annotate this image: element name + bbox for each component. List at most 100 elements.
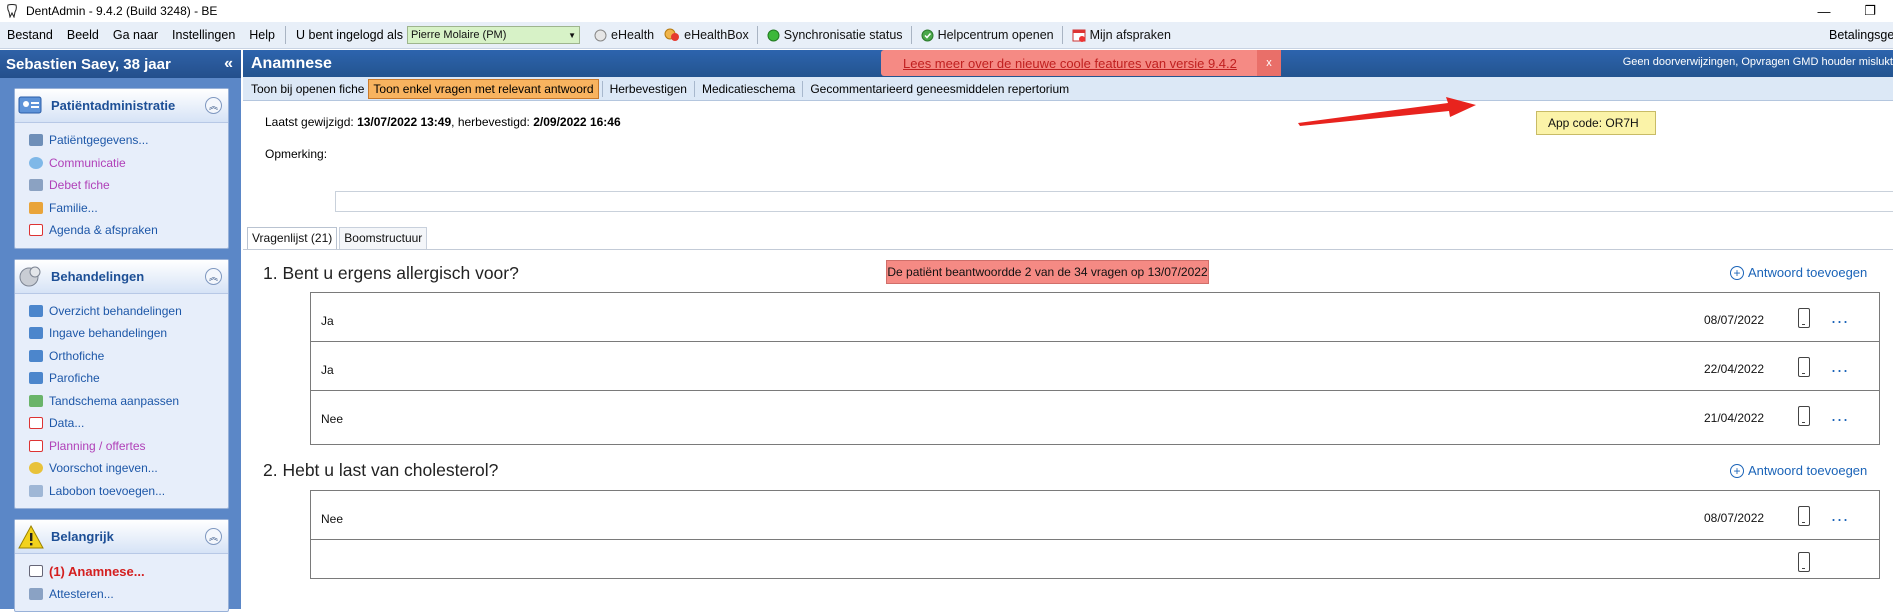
- sidebar-item-label: Debet fiche: [49, 178, 110, 193]
- title-bar: DentAdmin - 9.4.2 (Build 3248) - BE — ❐: [0, 0, 1893, 22]
- panel-treatments: Behandelingen ︽ Overzicht behandelingen …: [14, 258, 229, 509]
- menu-bestand[interactable]: Bestand: [0, 28, 60, 42]
- remark-label: Opmerking:: [265, 147, 328, 161]
- sidebar-item-label: Voorschot ingeven...: [49, 461, 158, 476]
- entry-icon: [29, 327, 43, 340]
- ehealthbox-button[interactable]: eHealthBox: [664, 28, 749, 42]
- sidebar-header: Sebastien Saey, 38 jaar «: [0, 50, 241, 78]
- my-appointments-button[interactable]: Mijn afspraken: [1072, 28, 1171, 42]
- toolbar-reconfirm[interactable]: Herbevestigen: [606, 80, 691, 98]
- calendar-icon: [29, 417, 43, 430]
- sidebar-item-label: Planning / offertes: [49, 438, 146, 453]
- ortho-icon: [29, 349, 43, 362]
- sidebar-item-lab-voucher[interactable]: Labobon toevoegen...: [29, 480, 228, 503]
- more-options-button[interactable]: ...: [1831, 356, 1849, 377]
- add-answer-button[interactable]: + Antwoord toevoegen: [1730, 463, 1867, 478]
- tab-bar: Vragenlijst (21) Boomstructuur: [247, 227, 429, 249]
- sidebar-item-label: Communicatie: [49, 155, 126, 170]
- more-options-button[interactable]: ...: [1831, 307, 1849, 328]
- sidebar-item-treatment-entry[interactable]: Ingave behandelingen: [29, 322, 228, 345]
- sidebar-item-agenda[interactable]: Agenda & afspraken: [29, 219, 228, 242]
- panel-title: Behandelingen: [51, 268, 145, 284]
- sidebar-item-patient-data[interactable]: Patiëntgegevens...: [29, 129, 228, 152]
- ehealth-button[interactable]: eHealth: [594, 28, 654, 42]
- more-options-button[interactable]: ...: [1831, 405, 1849, 426]
- coins-icon: [29, 462, 43, 475]
- news-link[interactable]: Lees meer over de nieuwe coole features …: [903, 56, 1237, 71]
- minimize-button[interactable]: —: [1801, 0, 1847, 22]
- last-modified-label: Laatst gewijzigd:: [265, 115, 354, 129]
- sidebar-item-debit-sheet[interactable]: Debet fiche: [29, 174, 228, 197]
- payment-history-button[interactable]: Betalingsgeschiedenis: [1822, 28, 1893, 42]
- menu-ga-naar[interactable]: Ga naar: [106, 28, 165, 42]
- patient-card-icon: [18, 96, 42, 113]
- last-modified-info: Laatst gewijzigd: 13/07/2022 13:49, herb…: [265, 115, 621, 129]
- treatments-icon: [19, 266, 41, 287]
- toolbar-show-on-open[interactable]: Toon bij openen fiche: [247, 80, 368, 98]
- sync-status-button[interactable]: Synchronisatie status: [767, 28, 903, 42]
- sidebar-item-certify[interactable]: Attesteren...: [29, 583, 228, 606]
- user-select[interactable]: Pierre Molaire (PM) ▼: [407, 26, 581, 44]
- sidebar-item-tooth-chart[interactable]: Tandschema aanpassen: [29, 390, 228, 413]
- menu-instellingen[interactable]: Instellingen: [165, 28, 242, 42]
- help-shield-icon: [921, 29, 934, 41]
- communication-icon: [29, 156, 43, 169]
- app-tooth-icon: [4, 3, 20, 19]
- menu-beeld[interactable]: Beeld: [60, 28, 106, 42]
- tab-divider: [243, 249, 1893, 250]
- sidebar-item-label: Tandschema aanpassen: [49, 393, 180, 408]
- phone-icon: [1798, 506, 1810, 526]
- menu-separator: [756, 26, 758, 44]
- answer-row[interactable]: Nee 08/07/2022 ...: [310, 490, 1880, 545]
- plus-circle-icon: +: [1730, 265, 1744, 280]
- remark-input[interactable]: [335, 191, 1893, 212]
- help-center-button[interactable]: Helpcentrum openen: [921, 28, 1054, 42]
- sidebar-item-label: Ingave behandelingen: [49, 326, 168, 341]
- answer-row[interactable]: Ja 22/04/2022 ...: [310, 341, 1880, 396]
- answer-row[interactable]: [310, 539, 1880, 579]
- tab-questionnaire[interactable]: Vragenlijst (21): [247, 227, 338, 249]
- answer-summary-banner: De patiënt beantwoordde 2 van de 34 vrag…: [886, 260, 1209, 284]
- panel-header[interactable]: Patiëntadministratie ︽: [15, 89, 228, 123]
- panel-header[interactable]: Behandelingen ︽: [15, 259, 228, 294]
- answer-date: 21/04/2022: [1704, 411, 1765, 425]
- warning-icon: [18, 524, 44, 548]
- sidebar-item-planning[interactable]: Planning / offertes: [29, 435, 228, 458]
- sidebar-item-data[interactable]: Data...: [29, 412, 228, 435]
- close-banner-button[interactable]: x: [1257, 50, 1281, 76]
- chevron-up-icon[interactable]: ︽: [205, 267, 222, 285]
- sidebar-item-communication[interactable]: Communicatie: [29, 152, 228, 175]
- chevron-up-icon[interactable]: ︽: [205, 528, 222, 545]
- phone-icon: [1798, 357, 1810, 377]
- sidebar-item-ortho-sheet[interactable]: Orthofiche: [29, 345, 228, 368]
- toolbar-show-relevant-only[interactable]: Toon enkel vragen met relevant antwoord: [368, 78, 599, 99]
- add-answer-label: Antwoord toevoegen: [1748, 463, 1868, 478]
- news-banner: Lees meer over de nieuwe coole features …: [881, 50, 1281, 76]
- collapse-sidebar-button[interactable]: «: [224, 55, 233, 73]
- list-icon: [29, 304, 43, 317]
- phone-icon: [1798, 552, 1810, 572]
- answer-date: 08/07/2022: [1704, 313, 1765, 327]
- restore-button[interactable]: ❐: [1847, 0, 1893, 22]
- toolbar-drug-repertory[interactable]: Gecommentarieerd geneesmiddelen repertor…: [806, 80, 1073, 98]
- menu-help[interactable]: Help: [242, 28, 282, 42]
- sidebar-item-treatment-overview[interactable]: Overzicht behandelingen: [29, 300, 228, 323]
- toolbar-medication-schedule[interactable]: Medicatieschema: [698, 80, 799, 98]
- sidebar-item-family[interactable]: Familie...: [29, 197, 228, 220]
- chevron-up-icon[interactable]: ︽: [205, 97, 222, 114]
- confirmed-label: herbevestigd:: [457, 115, 530, 129]
- sidebar-item-anamnesis[interactable]: (1) Anamnese...: [29, 560, 228, 583]
- answer-row[interactable]: Ja 08/07/2022 ...: [310, 292, 1880, 347]
- answer-row[interactable]: Nee 21/04/2022 ...: [310, 390, 1880, 445]
- more-options-button[interactable]: ...: [1831, 505, 1849, 526]
- ehealth-label: eHealth: [611, 28, 655, 42]
- sidebar-item-advance-payment[interactable]: Voorschot ingeven...: [29, 457, 228, 480]
- panel-header[interactable]: Belangrijk ︽: [15, 520, 228, 554]
- add-answer-button[interactable]: + Antwoord toevoegen: [1730, 265, 1867, 280]
- sidebar-item-paro-sheet[interactable]: Parofiche: [29, 367, 228, 390]
- panel-title: Belangrijk: [51, 529, 114, 544]
- panel-important: Belangrijk ︽ (1) Anamnese... Attesteren.…: [14, 519, 229, 612]
- planning-icon: [29, 439, 43, 452]
- tab-tree-structure[interactable]: Boomstructuur: [339, 227, 428, 249]
- patient-data-icon: [29, 134, 43, 147]
